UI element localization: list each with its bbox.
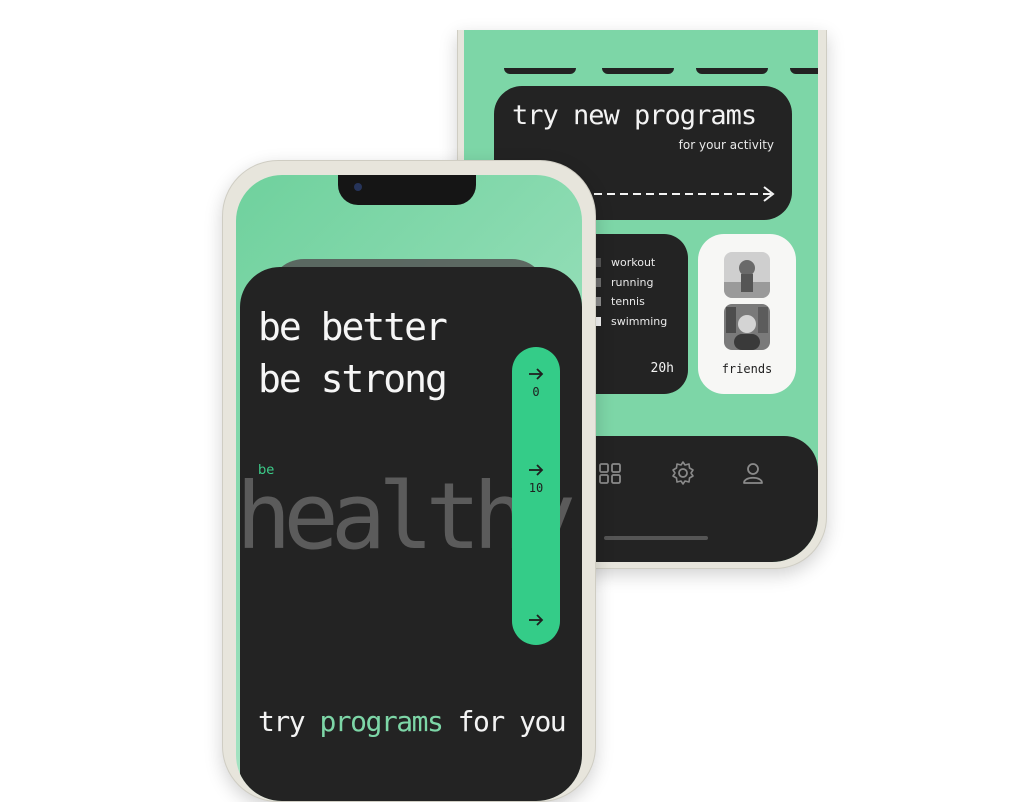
user-icon[interactable] [740,460,766,486]
friend-avatar[interactable] [724,252,770,298]
arrow-right-icon[interactable] [526,613,546,627]
activity-item: running [592,276,653,289]
activity-label: workout [611,256,656,269]
grid-icon[interactable] [598,460,624,486]
activity-card: workout running tennis swimming 20h [584,234,688,394]
top-tab[interactable] [504,68,576,74]
front-phone-screen: be better be strong be healthy 0 10 try … [236,175,582,801]
friend-avatar[interactable] [724,304,770,350]
camera-icon [354,183,362,191]
notch [338,175,476,205]
arrow-right-icon[interactable] [526,367,546,381]
person-photo-icon [724,304,770,350]
headline-line-2: be strong [258,357,448,401]
person-photo-icon [724,252,770,298]
friends-label: friends [721,362,773,376]
footer-word: for you [457,705,567,738]
slider-marker: 0 [532,385,540,399]
level-slider[interactable]: 0 10 [512,347,560,645]
try-programs-link[interactable]: try programs for you [258,705,567,738]
programs-title: try new programs [512,100,757,131]
activity-label: tennis [611,295,645,308]
total-hours: 20h [650,361,674,376]
activity-label: swimming [611,315,668,328]
top-tab[interactable] [696,68,768,74]
main-card: be better be strong be healthy 0 10 try … [240,267,582,801]
gear-icon[interactable] [670,460,696,486]
top-tab[interactable] [790,68,818,74]
slider-marker: 10 [528,481,544,495]
activity-item: tennis [592,295,645,308]
home-indicator [604,536,708,540]
footer-word: try [258,705,306,738]
activity-item: swimming [592,315,667,328]
top-tab[interactable] [602,68,674,74]
programs-subtitle: for your activity [678,138,774,152]
headline-line-1: be better [258,305,448,349]
front-phone: be better be strong be healthy 0 10 try … [222,160,596,802]
friends-card[interactable]: friends [698,234,796,394]
footer-highlight: programs [319,705,443,738]
activity-item: workout [592,256,655,269]
activity-label: running [611,276,654,289]
arrow-right-icon[interactable] [526,463,546,477]
